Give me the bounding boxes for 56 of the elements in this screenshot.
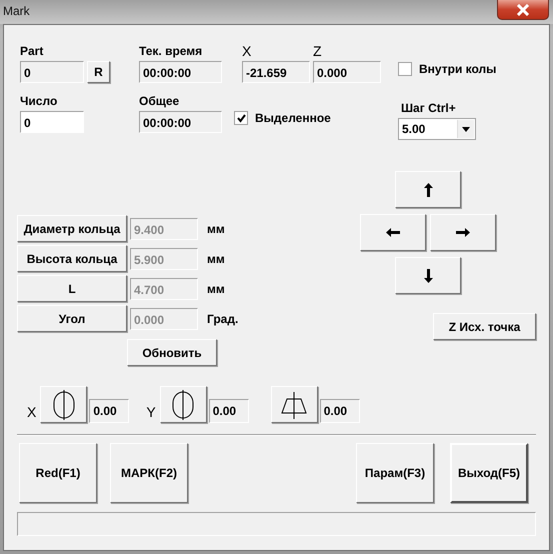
coordinate-label: X: [242, 42, 252, 61]
update-button[interactable]: Обновить: [127, 339, 217, 366]
parameter-button[interactable]: Диаметр кольца: [17, 215, 127, 242]
current-time-field: 00:00:00: [139, 61, 222, 83]
unit-label: Град.: [207, 312, 238, 326]
inside-ring-checkbox[interactable]: Внутри колы: [398, 62, 496, 76]
current-time-label: Тек. время: [139, 43, 204, 60]
step-dropdown[interactable]: 5.00: [398, 118, 476, 140]
left-arrow-icon: [386, 228, 400, 237]
close-button[interactable]: [497, 0, 549, 20]
parameter-field: 5.900: [130, 248, 198, 270]
up-arrow-icon: [424, 182, 432, 196]
right-arrow-icon: [456, 228, 470, 237]
count-field[interactable]: 0: [20, 111, 84, 133]
total-time-label: Общее: [139, 93, 180, 110]
action-button[interactable]: МАРК(F2): [110, 443, 188, 503]
count-label: Число: [20, 93, 58, 110]
down-arrow-icon: [424, 268, 432, 282]
offset-field: 0.00: [320, 399, 360, 423]
right-arrow-button[interactable]: [430, 214, 496, 251]
unit-label: мм: [207, 222, 225, 236]
axis-label: X: [27, 404, 36, 420]
reset-button[interactable]: R: [87, 61, 110, 83]
trapezoid-button[interactable]: [270, 386, 318, 423]
offset-field: 0.00: [208, 399, 249, 423]
window-title: Mark: [2, 3, 30, 18]
up-arrow-button[interactable]: [395, 171, 461, 208]
offset-field: 0.00: [89, 399, 130, 423]
unit-label: мм: [207, 282, 225, 296]
unit-label: мм: [207, 252, 225, 266]
ellipse-button[interactable]: [40, 386, 88, 423]
selected-only-checkbox[interactable]: Выделенное: [234, 111, 398, 125]
action-button[interactable]: Парам(F3): [356, 443, 434, 503]
action-button[interactable]: Red(F1): [19, 443, 97, 503]
parameter-field: 0.000: [130, 308, 198, 330]
down-arrow-button[interactable]: [395, 257, 461, 294]
action-button[interactable]: Выход(F5): [450, 443, 528, 503]
coordinate-field: 0.000: [313, 61, 381, 83]
coordinate-label: Z: [313, 42, 323, 61]
parameter-button[interactable]: L: [17, 275, 127, 302]
parameter-field: 4.700: [130, 278, 198, 300]
parameter-field: 9.400: [130, 218, 198, 240]
part-label: Part: [20, 43, 44, 60]
parameter-button[interactable]: Высота кольца: [17, 245, 127, 272]
z-origin-button[interactable]: Z Исх. точка: [433, 313, 536, 340]
step-label: Шаг Ctrl+: [401, 100, 457, 117]
ellipse-button[interactable]: [160, 386, 207, 423]
coordinate-field: -21.659: [242, 61, 310, 83]
left-arrow-button[interactable]: [360, 214, 426, 251]
dropdown-arrow-icon: [462, 126, 470, 132]
parameter-button[interactable]: Угол: [17, 305, 127, 332]
total-time-field: 00:00:00: [139, 111, 222, 133]
part-field[interactable]: 0: [20, 61, 84, 83]
close-icon: [516, 4, 530, 16]
axis-label: Y: [146, 404, 156, 420]
trapezoid-icon: [279, 390, 310, 420]
